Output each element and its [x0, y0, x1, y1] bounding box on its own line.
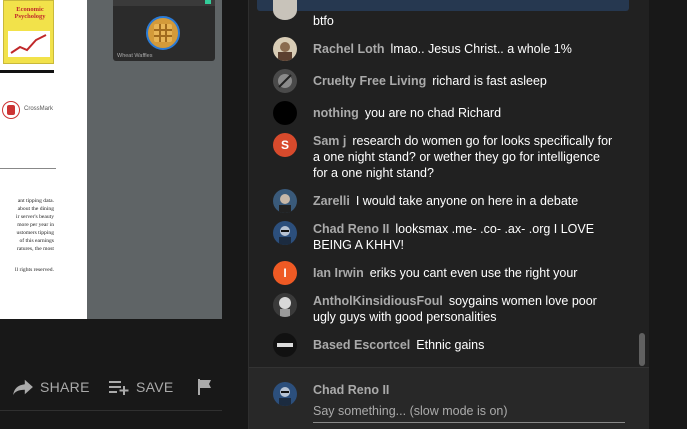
document-page: Economic Psychology CrossMark ant tippin… — [0, 0, 87, 319]
document-rights-line: ll rights reserved. — [15, 267, 54, 273]
share-button[interactable]: SHARE — [12, 378, 90, 396]
chat-message-input[interactable]: Say something... (slow mode is on) — [313, 404, 625, 423]
document-text-line: ustomers tipping — [16, 230, 54, 236]
chat-author[interactable]: Cruelty Free Living — [313, 74, 426, 88]
crossmark-label: CrossMark — [24, 106, 54, 112]
avatar — [273, 0, 297, 20]
thumbnail-topbar — [113, 0, 215, 6]
live-chat-panel: btfo Rachel Loth lmao.. Jesus Christ.. a … — [248, 0, 649, 429]
journal-chart-graphic — [8, 31, 50, 57]
chat-message-text: research do women go for looks specifica… — [313, 134, 613, 180]
pinned-message-bar[interactable] — [257, 0, 629, 11]
chat-message-text: btfo — [313, 14, 334, 28]
journal-cover: Economic Psychology — [3, 0, 54, 64]
document-text-line: ratures, the most — [16, 246, 54, 252]
document-text-line: ant tipping data. — [17, 198, 54, 204]
chat-scrollbar[interactable] — [639, 333, 645, 366]
page-right-margin — [649, 0, 687, 429]
thumbnail-status-dot — [205, 0, 211, 4]
chat-author[interactable]: Zarelli — [313, 194, 350, 208]
avatar[interactable] — [273, 189, 297, 213]
thumbnail-caption: Wheat Waffles — [117, 53, 153, 59]
avatar[interactable] — [273, 293, 297, 317]
share-label: SHARE — [40, 379, 90, 395]
chat-author[interactable]: Rachel Loth — [313, 42, 385, 56]
document-text-line: more per year in — [17, 222, 54, 228]
crossmark-icon — [2, 101, 20, 119]
waffle-icon — [146, 16, 180, 50]
document-rule — [0, 70, 54, 73]
save-label: SAVE — [136, 379, 174, 395]
chat-author[interactable]: Chad Reno II — [313, 222, 389, 236]
document-divider — [0, 168, 56, 169]
save-button[interactable]: SAVE — [108, 378, 174, 396]
chat-author[interactable]: Based Escortcel — [313, 338, 410, 352]
chat-author[interactable]: nothing — [313, 106, 359, 120]
chat-author[interactable]: Sam j — [313, 134, 346, 148]
document-text-line: of this earnings — [19, 238, 55, 244]
document-text-line: ir server's beauty — [16, 214, 54, 220]
actions-divider — [0, 410, 222, 411]
chat-author[interactable]: AntholKinsidiousFoul — [313, 294, 443, 308]
report-button[interactable] — [196, 378, 220, 396]
chat-message-text: I would take anyone on here in a debate — [355, 194, 579, 208]
avatar[interactable]: S — [273, 133, 297, 157]
chat-message-text: richard is fast asleep — [432, 74, 547, 88]
current-user-avatar — [273, 382, 297, 406]
chat-input-area: Chad Reno II Say something... (slow mode… — [249, 367, 649, 429]
chat-message-text: Ethnic gains — [416, 338, 485, 352]
avatar[interactable] — [273, 69, 297, 93]
video-thumbnail-card[interactable]: Wheat Waffles — [113, 0, 215, 61]
chat-message-text: lmao.. Jesus Christ.. a whole 1% — [390, 42, 572, 56]
share-icon — [13, 379, 33, 396]
current-user-name: Chad Reno II — [313, 383, 390, 397]
chat-message-text: you are no chad Richard — [364, 106, 502, 120]
playlist-add-icon — [109, 381, 129, 395]
avatar[interactable] — [273, 221, 297, 245]
avatar[interactable] — [273, 101, 297, 125]
video-player[interactable]: Economic Psychology CrossMark ant tippin… — [0, 0, 222, 319]
avatar[interactable] — [273, 333, 297, 357]
flag-icon — [198, 379, 211, 395]
journal-title: Economic Psychology — [14, 6, 46, 20]
chat-author[interactable]: Ian Irwin — [313, 266, 364, 280]
chat-message-text: eriks you cant even use the right your — [369, 266, 578, 280]
document-text-line: about the dining — [17, 206, 54, 212]
avatar[interactable]: I — [273, 261, 297, 285]
avatar[interactable] — [273, 37, 297, 61]
video-actions-row: SHARE SAVE — [0, 370, 222, 404]
